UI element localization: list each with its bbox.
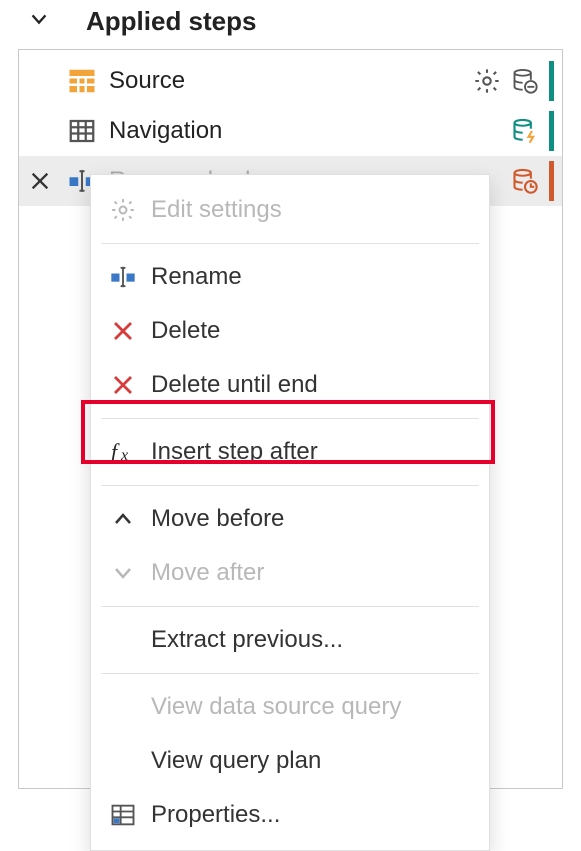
chevron-up-icon [101,507,145,531]
delete-x-icon [101,373,145,397]
menu-label: Edit settings [145,196,282,224]
menu-move-after: Move after [91,546,489,600]
svg-text:x: x [120,447,128,464]
db-clock-icon [509,165,541,197]
menu-label: Delete [145,317,220,345]
panel-header[interactable]: Applied steps [0,6,581,45]
menu-view-data-source-query: View data source query [91,680,489,734]
menu-move-before[interactable]: Move before [91,492,489,546]
menu-insert-step-after[interactable]: f x Insert step after [91,425,489,479]
gear-icon [101,197,145,223]
menu-separator [101,243,479,244]
gear-icon[interactable] [471,65,503,97]
menu-separator [101,673,479,674]
collapse-chevron-icon[interactable] [28,8,50,35]
menu-separator [101,485,479,486]
delete-x-icon [101,319,145,343]
menu-label: Move after [145,559,264,587]
menu-delete[interactable]: Delete [91,304,489,358]
step-row-navigation[interactable]: Navigation [19,106,562,156]
rename-icon [101,263,145,291]
menu-view-query-plan[interactable]: View query plan [91,734,489,788]
menu-label: Move before [145,505,284,533]
menu-separator [101,606,479,607]
db-minus-icon [509,65,541,97]
menu-label: View query plan [145,747,321,775]
menu-label: Properties... [145,801,280,829]
step-row-source[interactable]: Source [19,56,562,106]
accent-bar [549,61,554,101]
source-table-icon [61,66,103,96]
delete-step-icon[interactable] [19,170,61,192]
menu-properties[interactable]: Properties... [91,788,489,842]
fx-icon: f x [101,438,145,466]
step-context-menu: Edit settings Rename Delete Delete until… [90,174,490,851]
menu-rename[interactable]: Rename [91,250,489,304]
menu-extract-previous[interactable]: Extract previous... [91,613,489,667]
menu-separator [101,418,479,419]
accent-bar [549,161,554,201]
accent-bar [549,111,554,151]
menu-edit-settings: Edit settings [91,183,489,237]
panel-title: Applied steps [86,6,256,37]
menu-label: View data source query [145,693,401,721]
chevron-down-icon [101,561,145,585]
menu-label: Insert step after [145,438,318,466]
menu-label: Rename [145,263,242,291]
menu-label: Delete until end [145,371,318,399]
menu-label: Extract previous... [145,626,343,654]
menu-delete-until-end[interactable]: Delete until end [91,358,489,412]
db-bolt-icon [509,115,541,147]
properties-icon [101,801,145,829]
svg-text:f: f [111,439,120,464]
step-label: Navigation [103,117,509,145]
step-label: Source [103,67,471,95]
table-icon [61,116,103,146]
